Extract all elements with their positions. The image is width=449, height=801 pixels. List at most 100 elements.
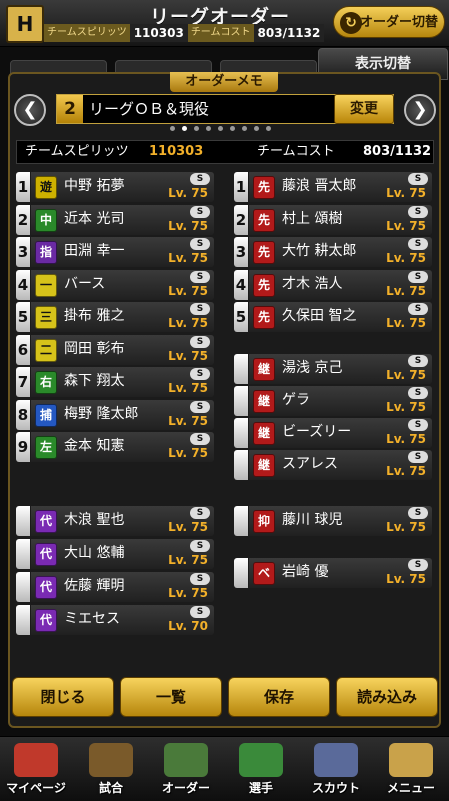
rank-s-icon: S: [408, 238, 428, 250]
next-memo-arrow-icon[interactable]: ❯: [404, 94, 436, 126]
player-level: Lv. 75: [168, 520, 208, 534]
bench-slot[interactable]: 代大山 悠輔 S Lv. 75: [16, 539, 214, 569]
bench-slot[interactable]: 代佐藤 輝明 S Lv. 75: [16, 572, 214, 602]
batting-order-number: 7: [16, 367, 30, 397]
memo-title: オーダーメモ: [170, 72, 278, 92]
reliever-slot[interactable]: 継ビーズリー S Lv. 75: [234, 418, 432, 448]
batting-order-number: 4: [234, 269, 248, 300]
reliever-slot[interactable]: 継ゲラ S Lv. 75: [234, 386, 432, 416]
position-badge: 中: [35, 208, 57, 232]
list-button[interactable]: 一覧: [120, 677, 222, 717]
batting-order-number: [16, 539, 30, 569]
player-name: 才木 浩人: [282, 275, 343, 292]
batting-order-number: 5: [16, 302, 30, 332]
rank-s-icon: S: [408, 355, 428, 367]
rank-s-icon: S: [190, 507, 210, 519]
batting-order-number: [234, 354, 248, 384]
bench-slot[interactable]: 代ミエセス S Lv. 70: [16, 605, 214, 635]
position-badge: 継: [253, 454, 275, 477]
position-badge: 一: [35, 273, 57, 297]
close-button[interactable]: 閉じる: [12, 677, 114, 717]
player-icon: [239, 743, 283, 777]
player-level: Lv. 75: [386, 432, 426, 446]
nav-label: メニュー: [386, 781, 435, 795]
player-name: 梅野 隆太郎: [64, 405, 139, 422]
starter-slot[interactable]: 2 先村上 頌樹 S Lv. 75: [234, 204, 432, 235]
player-name: 岡田 彰布: [64, 340, 125, 357]
batting-order-number: [234, 558, 248, 588]
player-name: 湯浅 京己: [282, 360, 343, 376]
player-name: 田淵 幸一: [64, 243, 125, 259]
lineup-slot[interactable]: 3 指田淵 幸一 S Lv. 75: [16, 237, 214, 267]
cost-value: 803/1132: [363, 144, 432, 159]
reliever-slot[interactable]: 継湯浅 京己 S Lv. 75: [234, 354, 432, 384]
rank-s-icon: S: [408, 419, 428, 431]
lineup-slot[interactable]: 4 一バース S Lv. 75: [16, 269, 214, 300]
player-name: 佐藤 輝明: [64, 578, 125, 594]
position-badge: 三: [35, 306, 57, 329]
change-memo-button[interactable]: 変更: [334, 94, 394, 124]
position-badge: 先: [253, 273, 275, 297]
starter-slot[interactable]: 5 先久保田 智之 S Lv. 75: [234, 302, 432, 332]
batting-order-number: [16, 605, 30, 635]
player-name: 藤川 球児: [282, 512, 343, 528]
player-name: 森下 翔太: [64, 373, 125, 389]
rank-s-icon: S: [190, 173, 210, 185]
order-switch-button[interactable]: ↻ オーダー切替: [333, 6, 445, 38]
lineup-slot[interactable]: 1 遊中野 拓夢 S Lv. 75: [16, 172, 214, 202]
player-name: 中野 拓夢: [64, 178, 125, 194]
player-level: Lv. 75: [386, 520, 426, 534]
player-level: Lv. 75: [386, 368, 426, 382]
player-name: バース: [64, 275, 106, 292]
reliever-slot[interactable]: 継スアレス S Lv. 75: [234, 450, 432, 480]
rank-s-icon: S: [190, 368, 210, 380]
switch-icon: ↻: [340, 12, 362, 34]
lineup-slot[interactable]: 9 左金本 知憲 S Lv. 75: [16, 432, 214, 462]
player-name: ゲラ: [282, 392, 310, 408]
rank-s-icon: S: [190, 433, 210, 445]
page-dot: [218, 126, 223, 131]
position-badge: 抑: [253, 510, 275, 533]
starter-slot[interactable]: 3 先大竹 耕太郎 S Lv. 75: [234, 237, 432, 267]
player-level: Lv. 75: [386, 186, 426, 200]
spirit-value: 110303: [149, 144, 204, 159]
batting-order-number: 6: [16, 334, 30, 365]
save-button[interactable]: 保存: [228, 677, 330, 717]
memo-name: リーグＯＢ＆現役: [89, 100, 210, 118]
menu-icon: [389, 743, 433, 777]
lineup-slot[interactable]: 2 中近本 光司 S Lv. 75: [16, 204, 214, 235]
lineup-slot[interactable]: 7 右森下 翔太 S Lv. 75: [16, 367, 214, 397]
page-dot: [266, 126, 271, 131]
player-level: Lv. 70: [168, 619, 208, 633]
batting-order-number: 9: [16, 432, 30, 462]
player-name: 大山 悠輔: [64, 545, 125, 561]
lineup-slot[interactable]: 5 三掛布 雅之 S Lv. 75: [16, 302, 214, 332]
reserve-slot[interactable]: ベ岩崎 優 S Lv. 75: [234, 558, 432, 588]
rank-s-icon: S: [408, 270, 428, 283]
prev-memo-arrow-icon[interactable]: ❮: [14, 94, 46, 126]
rank-s-icon: S: [190, 540, 210, 552]
rank-s-icon: S: [408, 205, 428, 218]
player-level: Lv. 75: [168, 316, 208, 330]
rank-s-icon: S: [408, 173, 428, 185]
rank-s-icon: S: [190, 400, 210, 413]
lineup-slot[interactable]: 8 捕梅野 隆太郎 S Lv. 75: [16, 399, 214, 430]
nav-menu[interactable]: メニュー: [367, 737, 449, 801]
batting-order-number: [234, 506, 248, 536]
starter-slot[interactable]: 1 先藤浪 晋太郎 S Lv. 75: [234, 172, 432, 202]
player-name: 木浪 聖也: [64, 512, 125, 528]
player-name: 村上 頌樹: [282, 210, 343, 227]
position-badge: 代: [35, 510, 57, 533]
player-level: Lv. 75: [168, 283, 208, 298]
page-dot: [206, 126, 211, 131]
load-button[interactable]: 読み込み: [336, 677, 438, 717]
player-level: Lv. 75: [386, 464, 426, 478]
top-header: H リーグオーダー チームスピリッツ 110303 チームコスト 803/113…: [0, 0, 449, 47]
bench-slot[interactable]: 代木浪 聖也 S Lv. 75: [16, 506, 214, 536]
page-dot: [194, 126, 199, 131]
lineup-slot[interactable]: 6 二岡田 彰布 S Lv. 75: [16, 334, 214, 365]
team-stats-bar: チームスピリッツ 110303 チームコスト 803/1132: [16, 140, 434, 164]
starter-slot[interactable]: 4 先才木 浩人 S Lv. 75: [234, 269, 432, 300]
position-badge: 継: [253, 422, 275, 445]
closer-slot[interactable]: 抑藤川 球児 S Lv. 75: [234, 506, 432, 536]
